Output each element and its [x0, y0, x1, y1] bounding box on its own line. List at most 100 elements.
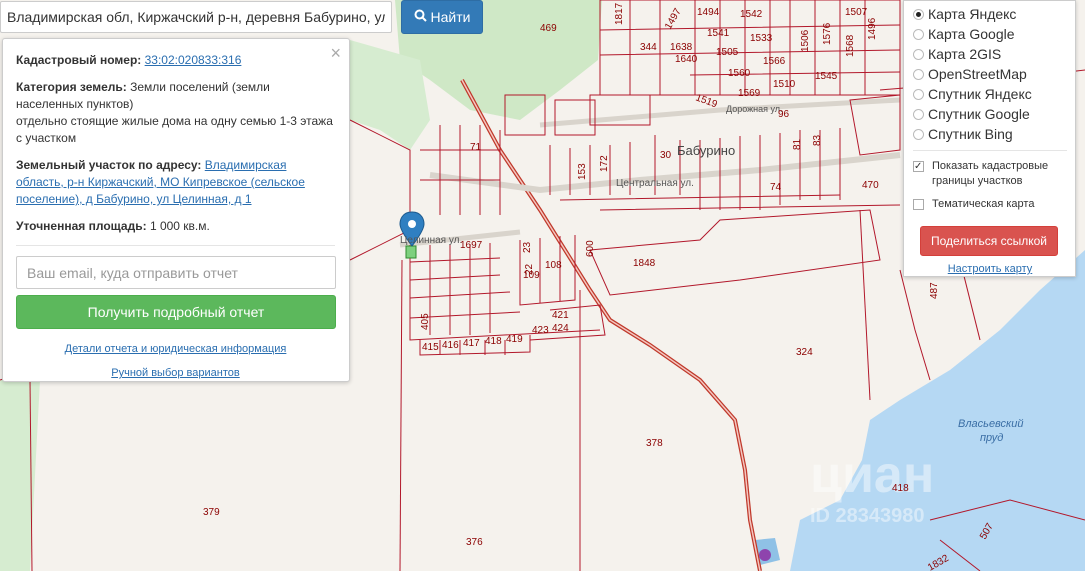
- parcel-label: 470: [862, 180, 879, 191]
- watermark: циан: [810, 446, 934, 504]
- village-label: Бабурино: [677, 143, 735, 158]
- parcel-label: 418: [485, 336, 502, 347]
- divider: [16, 245, 335, 246]
- area-row: Уточненная площадь: 1 000 кв.м.: [16, 218, 335, 235]
- area-label: Уточненная площадь:: [16, 219, 147, 233]
- search-button-label: Найти: [430, 9, 471, 25]
- report-details-link[interactable]: Детали отчета и юридическая информация: [16, 343, 335, 355]
- layer-label: Карта Google: [928, 26, 1015, 42]
- parcel-label: 376: [466, 537, 483, 548]
- layer-option-yandex-sat[interactable]: Спутник Яндекс: [913, 84, 1067, 104]
- layer-option-google-map[interactable]: Карта Google: [913, 24, 1067, 44]
- thematic-label: Тематическая карта: [932, 198, 1035, 210]
- cadastral-label: Кадастровый номер:: [16, 53, 142, 67]
- show-borders-label: Показать кадастровые границы участков: [932, 160, 1049, 187]
- checkbox-checked-icon[interactable]: [913, 159, 924, 174]
- parcel-label: 83: [812, 134, 823, 146]
- close-icon[interactable]: ×: [330, 43, 341, 64]
- parcel-label: 1494: [697, 7, 720, 18]
- share-link-button[interactable]: Поделиться ссылкой: [920, 226, 1058, 256]
- address-label: Земельный участок по адресу:: [16, 158, 202, 172]
- parcel-label: 1560: [728, 68, 751, 79]
- email-field[interactable]: Ваш email, куда отправить отчет: [16, 256, 336, 289]
- cadastral-number-link[interactable]: 33:02:020833:316: [145, 53, 242, 67]
- layer-label: Спутник Google: [928, 106, 1030, 122]
- checkbox-icon[interactable]: [913, 199, 924, 210]
- parcel-label: 81: [792, 138, 803, 150]
- parcel-label: 1506: [800, 29, 811, 52]
- layer-label: OpenStreetMap: [928, 66, 1027, 82]
- divider: [913, 150, 1067, 151]
- lake-label: пруд: [980, 432, 1003, 444]
- radio-icon: [913, 48, 924, 60]
- parcel-label: 1507: [845, 7, 868, 18]
- use-value: отдельно стоящие жилые дома на одну семь…: [16, 114, 333, 145]
- category-label: Категория земель:: [16, 80, 127, 94]
- layer-label: Спутник Bing: [928, 126, 1013, 142]
- parcel-label: 1638: [670, 42, 693, 53]
- parcel-label: 600: [585, 240, 596, 257]
- parcel-label: 109: [523, 270, 540, 281]
- parcel-label: 1533: [750, 33, 773, 44]
- street-label: Дорожная ул.: [726, 104, 783, 114]
- parcel-label: 1496: [867, 17, 878, 40]
- parcel-label: 1566: [763, 56, 786, 67]
- layer-label: Спутник Яндекс: [928, 86, 1032, 102]
- parcel-label: 172: [599, 155, 610, 172]
- parcel-label: 1817: [614, 2, 625, 25]
- parcel-label: 1568: [845, 34, 856, 57]
- parcel-label: 1640: [675, 54, 698, 65]
- layer-option-yandex-map[interactable]: Карта Яндекс: [913, 4, 1067, 24]
- parcel-label: 23: [522, 241, 533, 253]
- radio-icon: [913, 108, 924, 120]
- parcel-label: 1848: [633, 258, 656, 269]
- parcel-label: 1505: [716, 47, 739, 58]
- parcel-label: 1576: [822, 22, 833, 45]
- street-label: Центральная ул.: [616, 178, 694, 189]
- parcel-label: 324: [796, 347, 813, 358]
- parcel-label: 487: [929, 282, 940, 299]
- parcel-label: 378: [646, 438, 663, 449]
- get-report-button[interactable]: Получить подробный отчет: [16, 295, 336, 329]
- radio-icon: [913, 88, 924, 100]
- parcel-label: 108: [545, 260, 562, 271]
- layer-option-2gis[interactable]: Карта 2GIS: [913, 44, 1067, 64]
- search-bar: Найти: [0, 0, 483, 34]
- parcel-label: 418: [892, 483, 909, 494]
- layer-label: Карта Яндекс: [928, 6, 1017, 22]
- parcel-label: 424: [552, 323, 569, 334]
- parcel-label: 1697: [460, 240, 483, 251]
- selected-parcel[interactable]: [405, 245, 417, 259]
- parcel-label: 96: [778, 109, 790, 120]
- radio-selected-icon: [913, 8, 924, 20]
- parcel-label: 1545: [815, 71, 838, 82]
- lake-label: Власьевский: [958, 418, 1024, 430]
- radio-icon: [913, 28, 924, 40]
- layer-option-osm[interactable]: OpenStreetMap: [913, 64, 1067, 84]
- parcel-label: 1541: [707, 28, 730, 39]
- parcel-label: 415: [422, 342, 439, 353]
- address-row: Земельный участок по адресу: Владимирска…: [16, 157, 335, 208]
- parcel-label: 416: [442, 340, 459, 351]
- parcel-label: 419: [506, 334, 523, 345]
- parcel-label: 421: [552, 310, 569, 321]
- parcel-label: 30: [660, 150, 672, 161]
- search-button[interactable]: Найти: [401, 0, 483, 34]
- cadastral-row: Кадастровый номер: 33:02:020833:316: [16, 52, 335, 69]
- configure-map-link[interactable]: Настроить карту: [913, 263, 1067, 275]
- parcel-label: 1510: [773, 79, 796, 90]
- map-layers-panel: Карта Яндекс Карта Google Карта 2GIS Ope…: [903, 0, 1076, 277]
- parcel-label: 469: [540, 23, 557, 34]
- manual-selection-link[interactable]: Ручной выбор вариантов: [16, 367, 335, 379]
- show-borders-toggle[interactable]: Показать кадастровые границы участков: [913, 159, 1067, 189]
- street-label: Целинная ул.: [400, 235, 462, 246]
- parcel-label: 379: [203, 507, 220, 518]
- watermark-id: ID 28343980: [810, 505, 925, 527]
- layer-label: Карта 2GIS: [928, 46, 1002, 62]
- poi-icon: [759, 549, 771, 561]
- search-input[interactable]: [0, 1, 392, 33]
- category-row: Категория земель: Земли поселений (земли…: [16, 79, 335, 147]
- layer-option-google-sat[interactable]: Спутник Google: [913, 104, 1067, 124]
- thematic-toggle[interactable]: Тематическая карта: [913, 197, 1067, 212]
- layer-option-bing-sat[interactable]: Спутник Bing: [913, 124, 1067, 144]
